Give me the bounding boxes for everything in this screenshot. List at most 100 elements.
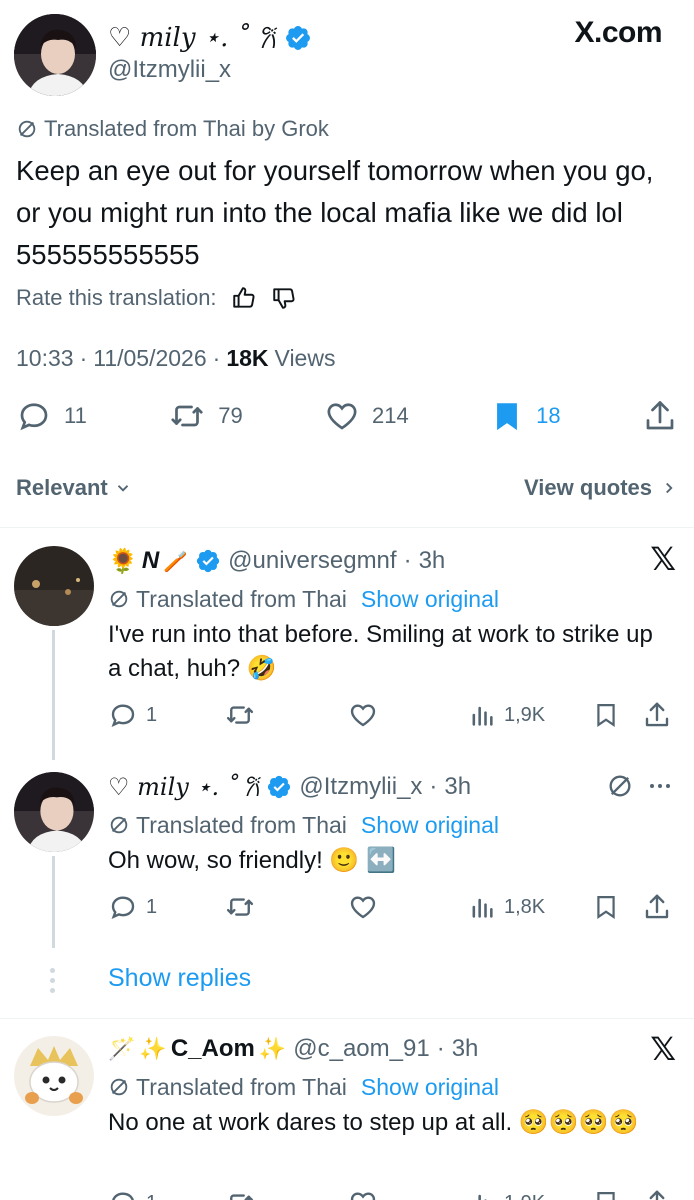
- repost-count: 79: [218, 403, 243, 428]
- reply-button[interactable]: 1: [108, 892, 224, 922]
- like-button[interactable]: [348, 892, 468, 922]
- views-icon: [478, 1194, 487, 1200]
- show-original-link[interactable]: Show original: [361, 812, 499, 839]
- translate-icon: [110, 816, 128, 834]
- like-button[interactable]: [348, 700, 468, 730]
- more-icon[interactable]: [650, 784, 670, 788]
- reply-avatar[interactable]: [14, 1036, 94, 1116]
- reply-count: 1: [146, 703, 158, 726]
- reply-handle[interactable]: @Itzmylii_x: [299, 773, 422, 801]
- display-name-text: ♡ mily ⋆. ˚: [108, 23, 250, 53]
- views-count: 1,9K: [504, 1192, 545, 1200]
- views-icon: [472, 706, 493, 726]
- reply-actions: 1 1,8K: [108, 890, 674, 924]
- thread-dots: [50, 968, 57, 993]
- reply-display-name[interactable]: 🪄 ✨ C_Aom ✨: [108, 1035, 286, 1063]
- bookmark-button[interactable]: [592, 892, 642, 922]
- reply-icon: [111, 704, 135, 727]
- tweet-date[interactable]: 11/05/2026: [93, 345, 206, 372]
- reply-translation-note: Translated from Thai Show original: [108, 1072, 499, 1102]
- share-button[interactable]: [642, 1188, 674, 1200]
- x-logo-icon: 𝕏: [650, 1031, 676, 1067]
- tweet-time[interactable]: 10:33: [16, 345, 74, 372]
- show-original-link[interactable]: Show original: [361, 586, 499, 613]
- bookmark-button[interactable]: [592, 700, 642, 730]
- handle[interactable]: @Itzmylii_x: [108, 56, 231, 84]
- repost-button[interactable]: [224, 1188, 348, 1200]
- views-count: 1,8K: [504, 895, 546, 918]
- reply-display-name-text: N: [141, 547, 160, 574]
- reply-display-name-text: C_Aom: [170, 1035, 255, 1062]
- tweet-actions: 11 79 214 18: [16, 396, 678, 436]
- share-button[interactable]: [642, 892, 674, 922]
- show-original-link[interactable]: Show original: [361, 1074, 499, 1101]
- reply-button[interactable]: 1: [108, 1188, 224, 1200]
- bookmark-button[interactable]: 18: [490, 398, 561, 434]
- reply-avatar[interactable]: [14, 546, 94, 626]
- meta-separator: ·: [429, 773, 438, 800]
- reply-count: 11: [64, 403, 87, 428]
- translate-toggle-icon[interactable]: [606, 772, 634, 805]
- meta-separator: ·: [436, 1035, 445, 1062]
- share-icon: [649, 1190, 665, 1200]
- reply-count: 1: [146, 895, 158, 918]
- views-button[interactable]: 1,9K: [468, 1189, 592, 1200]
- reply-time[interactable]: 3h: [419, 547, 446, 575]
- rate-translation: Rate this translation:: [16, 282, 297, 314]
- translation-note-text: Translated from Thai: [136, 1073, 347, 1100]
- reply-text: I've run into that before. Smiling at wo…: [108, 621, 653, 682]
- thumbs-up-icon[interactable]: [231, 285, 257, 311]
- view-quotes-link[interactable]: View quotes: [524, 475, 678, 501]
- reply-handle[interactable]: @c_aom_91: [293, 1035, 429, 1063]
- bookmark-icon: [597, 895, 615, 920]
- reply-time[interactable]: 3h: [444, 773, 471, 801]
- reply-handle[interactable]: @universegmnf: [228, 547, 396, 575]
- views-button[interactable]: 1,8K: [468, 893, 592, 921]
- thread-line: [52, 630, 55, 760]
- sort-dropdown[interactable]: Relevant: [16, 475, 132, 501]
- reply-text: Oh wow, so friendly! 🙂 ↔️: [108, 847, 396, 874]
- repost-icon: [226, 706, 254, 724]
- translation-note-text: Translated from Thai: [136, 585, 347, 612]
- tweet-text: Keep an eye out for yourself tomorrow wh…: [16, 155, 654, 270]
- share-button[interactable]: [642, 700, 674, 730]
- reply-actions: 1 1,9K: [108, 698, 674, 732]
- show-replies-link[interactable]: Show replies: [108, 964, 251, 993]
- thumbs-down-icon[interactable]: [271, 285, 297, 311]
- repost-button[interactable]: [224, 892, 348, 922]
- translation-note-text: Translated from Thai by Grok: [44, 116, 329, 141]
- views-button[interactable]: 1,9K: [468, 701, 592, 729]
- meta-separator: ·: [212, 344, 221, 371]
- reply-translation-note: Translated from Thai Show original: [108, 584, 499, 614]
- like-button[interactable]: [348, 1188, 468, 1200]
- reply-avatar[interactable]: [14, 772, 94, 852]
- reply-icon: [20, 403, 48, 431]
- reply-display-name[interactable]: 🌻 N 🪥: [108, 547, 188, 576]
- views-count: 18K: [226, 344, 269, 371]
- reply-icon: [111, 896, 135, 919]
- like-icon: [350, 896, 376, 919]
- magic-wand-icon: 🪄: [108, 1036, 136, 1061]
- sort-label: Relevant: [16, 475, 108, 500]
- repost-button[interactable]: 79: [168, 398, 243, 434]
- reply-button[interactable]: 11: [16, 398, 87, 434]
- verified-badge-icon: [268, 775, 291, 799]
- reply-time[interactable]: 3h: [452, 1035, 479, 1063]
- repost-button[interactable]: [224, 700, 348, 730]
- reply-actions: 1 1,9K: [108, 1186, 674, 1200]
- display-name[interactable]: ♡ mily ⋆. ˚ 𐙚: [108, 18, 312, 58]
- meta-separator: ·: [403, 547, 412, 574]
- sparkles-icon: ✨: [258, 1036, 287, 1061]
- bookmark-icon: [497, 403, 518, 431]
- sparkles-icon: ✨: [139, 1036, 167, 1061]
- reply-button[interactable]: 1: [108, 700, 224, 730]
- reply-translation-note: Translated from Thai Show original: [108, 810, 499, 840]
- bookmark-icon: [597, 703, 615, 728]
- thread-line: [52, 856, 55, 948]
- bookmark-button[interactable]: [592, 1188, 642, 1200]
- like-button[interactable]: 214: [324, 398, 409, 434]
- reply-display-name[interactable]: ♡ mily ⋆. ˚ 𐙚: [108, 771, 259, 804]
- share-button[interactable]: [642, 398, 678, 434]
- verified-badge-icon: [284, 24, 312, 52]
- avatar[interactable]: [14, 14, 96, 96]
